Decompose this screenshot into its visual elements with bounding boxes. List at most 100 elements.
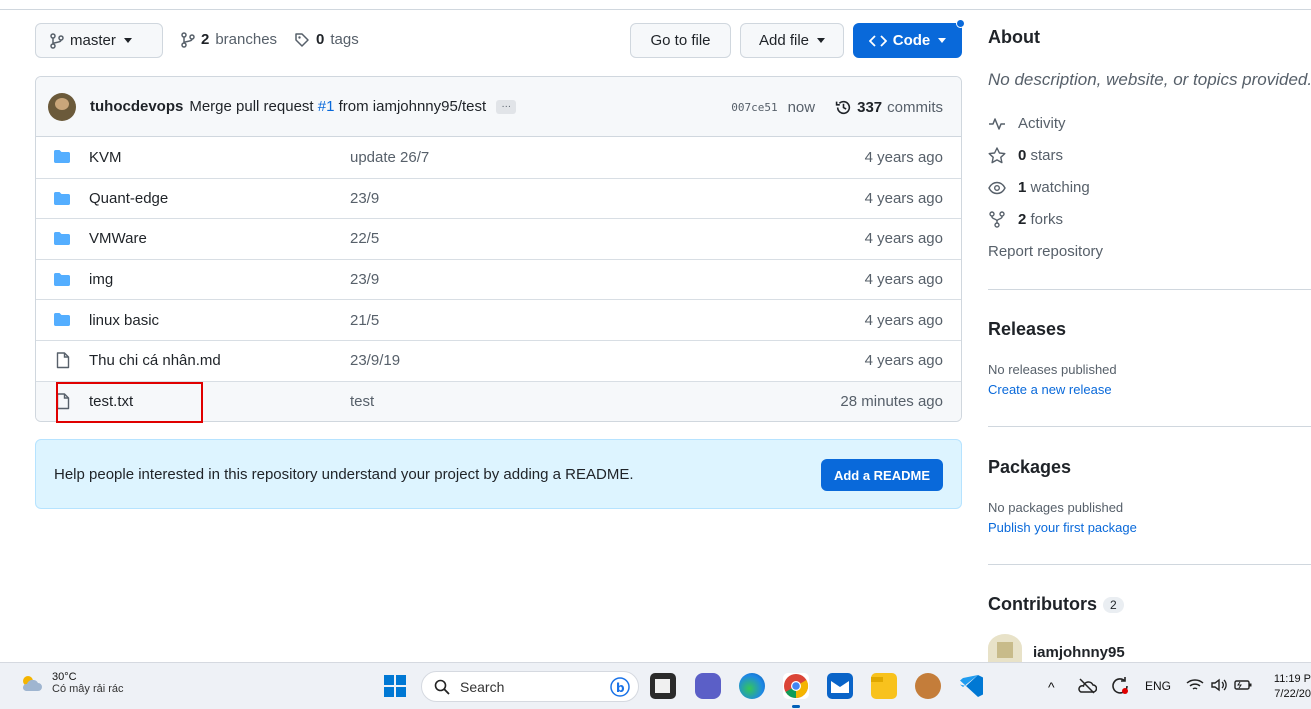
speaker-icon[interactable]: [1210, 678, 1228, 692]
file-name[interactable]: linux basic: [89, 312, 159, 329]
annotation-highlight-box: [56, 382, 203, 423]
folder-icon: [54, 191, 70, 205]
battery-icon[interactable]: [1234, 679, 1252, 691]
table-row[interactable]: linux basic 21/5 4 years ago: [36, 299, 961, 340]
edge-browser-icon[interactable]: [739, 673, 765, 699]
forks-count: 2: [1018, 211, 1027, 228]
mail-icon[interactable]: [827, 673, 853, 699]
star-icon: [988, 147, 1006, 164]
add-readme-button[interactable]: Add a README: [820, 459, 943, 491]
add-file-button[interactable]: Add file: [740, 23, 844, 58]
stars-count: 0: [1018, 147, 1027, 164]
eye-icon: [988, 181, 1006, 194]
watching-label: watching: [1030, 179, 1090, 196]
create-release-link[interactable]: Create a new release: [988, 382, 1112, 397]
bing-icon: b: [610, 677, 630, 697]
language-indicator[interactable]: ENG: [1145, 679, 1171, 693]
table-row[interactable]: VMWare 22/5 4 years ago: [36, 218, 961, 259]
commits-label: commits: [887, 98, 943, 116]
file-name[interactable]: img: [89, 271, 113, 288]
expand-commit-button[interactable]: …: [496, 99, 517, 114]
teams-chat-icon[interactable]: [695, 673, 721, 699]
file-rows: KVM update 26/7 4 years ago Quant-edge 2…: [36, 137, 961, 421]
branches-count: 2: [201, 31, 210, 48]
file-commit-message[interactable]: 23/9/19: [350, 352, 400, 369]
latest-commit-bar: tuhocdevops Merge pull request #1 from i…: [36, 77, 961, 137]
chrome-browser-icon[interactable]: [783, 673, 809, 699]
chevron-down-icon: [938, 38, 947, 43]
file-name[interactable]: VMWare: [89, 230, 147, 247]
vscode-icon[interactable]: [959, 673, 985, 699]
file-commit-message[interactable]: update 26/7: [350, 149, 429, 166]
code-icon: [868, 34, 887, 47]
readme-prompt-text: Help people interested in this repositor…: [54, 465, 634, 483]
file-icon: [56, 352, 70, 369]
file-commit-message[interactable]: 22/5: [350, 230, 379, 247]
table-row[interactable]: KVM update 26/7 4 years ago: [36, 137, 961, 178]
chevron-down-icon: [817, 38, 826, 43]
folder-icon: [54, 150, 70, 163]
file-name[interactable]: Thu chi cá nhân.md: [89, 352, 221, 369]
commit-sha[interactable]: 007ce51: [731, 101, 777, 114]
taskbar-search-box[interactable]: Search b: [421, 671, 639, 702]
browser-top-strip: [0, 0, 1311, 10]
windows-start-icon[interactable]: [383, 674, 407, 698]
table-row[interactable]: img 23/9 4 years ago: [36, 258, 961, 300]
contributors-heading[interactable]: Contributors 2: [988, 594, 1124, 615]
branches-label: branches: [215, 31, 278, 48]
task-view-icon[interactable]: [650, 673, 676, 699]
sync-icon[interactable]: [1110, 676, 1130, 696]
chevron-down-icon: [123, 38, 132, 43]
commit-message[interactable]: Merge pull request #1 from iamjohnny95/t…: [189, 98, 486, 115]
pull-request-link[interactable]: #1: [318, 98, 335, 115]
add-file-label: Add file: [758, 32, 810, 49]
report-repository-link[interactable]: Report repository: [988, 243, 1103, 260]
wifi-icon[interactable]: [1186, 678, 1204, 692]
search-label: Search: [460, 678, 505, 695]
go-to-file-button[interactable]: Go to file: [630, 23, 731, 58]
forks-link[interactable]: 2 forks: [988, 211, 1063, 228]
notification-dot: [956, 19, 965, 28]
file-age: 4 years ago: [864, 271, 943, 289]
avatar[interactable]: [988, 634, 1022, 662]
file-commit-message[interactable]: 23/9: [350, 190, 379, 207]
weather-temp: 30°C: [52, 671, 77, 683]
table-row[interactable]: Quant-edge 23/9 4 years ago: [36, 177, 961, 219]
code-button[interactable]: Code: [853, 23, 962, 58]
branch-select-button[interactable]: master: [35, 23, 163, 58]
contributor-name[interactable]: iamjohnny95: [1033, 644, 1125, 661]
watchers-link[interactable]: 1 watching: [988, 179, 1090, 196]
contributors-count: 2: [1102, 597, 1124, 614]
folder-icon: [54, 232, 70, 246]
app-avatar-icon[interactable]: [915, 673, 941, 699]
avatar[interactable]: [48, 92, 76, 121]
system-clock[interactable]: 11:19 P 7/22/20: [1266, 672, 1311, 702]
tags-link[interactable]: 0 tags: [294, 31, 359, 48]
github-repo-page: master 2 branches 0 tags Go to file Add …: [0, 0, 1311, 709]
file-explorer-icon[interactable]: [871, 673, 897, 699]
file-name[interactable]: KVM: [89, 149, 122, 166]
commit-author[interactable]: tuhocdevops: [90, 98, 183, 115]
active-app-indicator: [792, 705, 800, 708]
file-commit-message[interactable]: 21/5: [350, 312, 379, 329]
file-commit-message[interactable]: test: [350, 393, 374, 410]
tags-label: tags: [330, 31, 359, 48]
branches-link[interactable]: 2 branches: [181, 31, 277, 48]
code-label: Code: [892, 32, 931, 49]
readme-banner: Help people interested in this repositor…: [35, 439, 962, 509]
weather-description: Có mây rải rác: [52, 683, 124, 695]
file-commit-message[interactable]: 23/9: [350, 271, 379, 288]
packages-heading[interactable]: Packages: [988, 457, 1071, 478]
commits-link[interactable]: 337 commits: [835, 99, 943, 116]
file-name[interactable]: Quant-edge: [89, 190, 168, 207]
file-age: 28 minutes ago: [840, 392, 943, 410]
stars-link[interactable]: 0 stars: [988, 147, 1063, 164]
weather-widget[interactable]: 30°C Có mây rải rác: [18, 671, 124, 695]
tags-count: 0: [316, 31, 325, 48]
publish-package-link[interactable]: Publish your first package: [988, 520, 1137, 535]
releases-heading[interactable]: Releases: [988, 319, 1066, 340]
chevron-up-icon[interactable]: ^: [1048, 679, 1055, 695]
activity-link[interactable]: Activity: [988, 115, 1066, 132]
table-row[interactable]: Thu chi cá nhân.md 23/9/19 4 years ago: [36, 339, 961, 381]
onedrive-icon[interactable]: [1077, 677, 1097, 695]
